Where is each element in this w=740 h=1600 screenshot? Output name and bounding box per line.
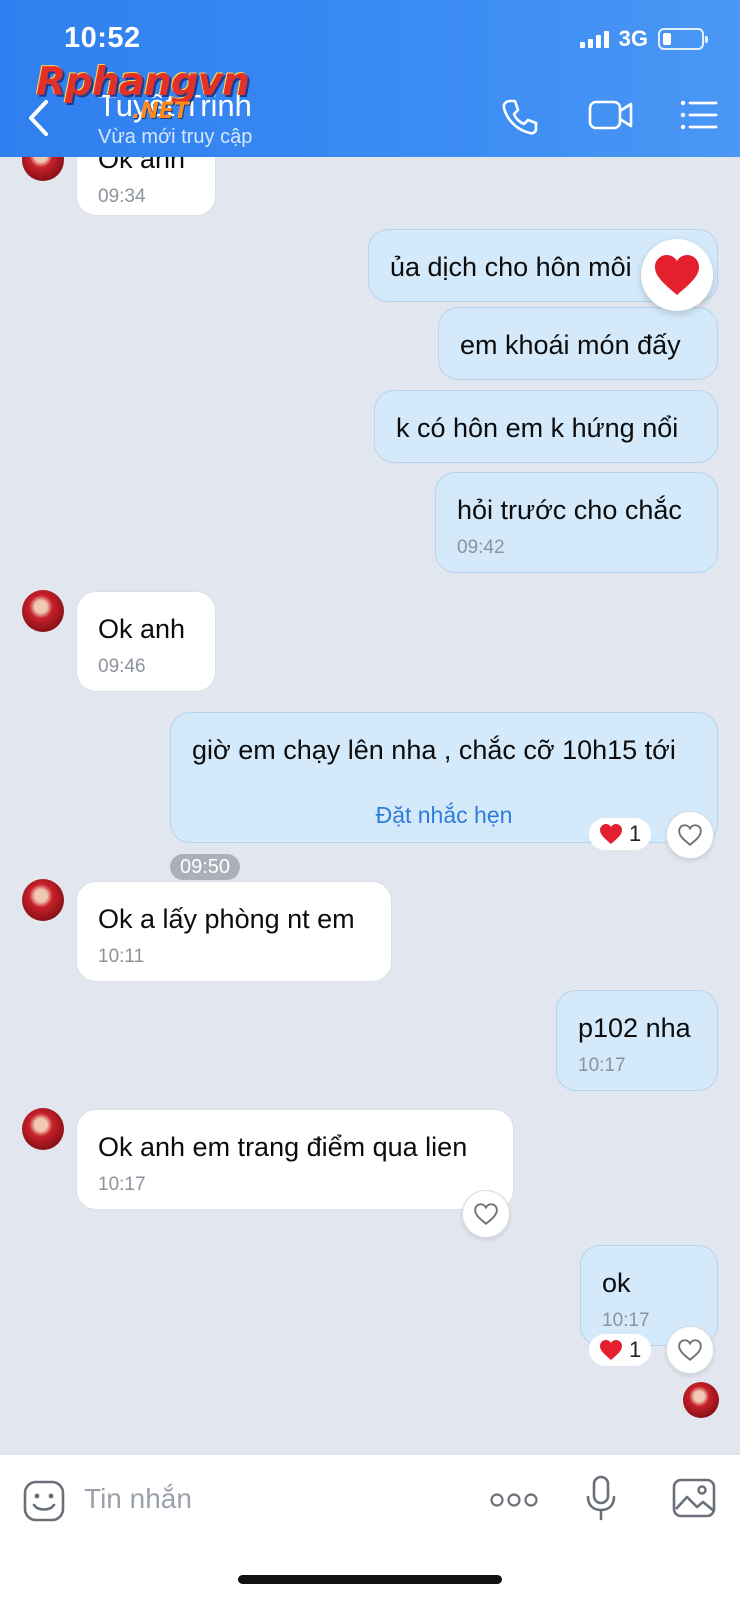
heart-icon xyxy=(600,1340,622,1360)
message-time-chip: 09:50 xyxy=(170,854,241,880)
message-outgoing[interactable]: hỏi trước cho chắc 09:42 xyxy=(435,472,718,573)
message-time: 09:34 xyxy=(98,186,146,207)
message-text: em khoái món đấy xyxy=(460,330,681,360)
image-gallery-icon[interactable] xyxy=(672,1477,716,1519)
message-outgoing[interactable]: k có hôn em k hứng nổi xyxy=(374,390,718,463)
menu-icon[interactable] xyxy=(680,97,718,133)
message-text: hỏi trước cho chắc xyxy=(457,495,682,525)
message-time: 10:17 xyxy=(98,1174,146,1195)
message-incoming[interactable]: Ok anh em trang điểm qua lien 10:17 xyxy=(76,1109,514,1210)
reaction-count-badge[interactable]: 1 xyxy=(589,1334,652,1366)
message-time: 09:42 xyxy=(457,537,505,558)
sticker-icon[interactable] xyxy=(22,1479,66,1523)
message-list[interactable]: Ok anh 09:34 ủa dịch cho hôn môi em khoá… xyxy=(0,157,740,1454)
video-icon[interactable] xyxy=(588,97,634,133)
message-time: 10:17 xyxy=(578,1055,626,1076)
status-indicators: 3G xyxy=(579,26,708,52)
watermark-logo-sub: .NET xyxy=(132,99,189,124)
message-time: 09:46 xyxy=(98,656,146,677)
seen-avatar xyxy=(683,1382,719,1418)
reaction-count-badge[interactable]: 1 xyxy=(589,818,652,850)
heart-outline-icon xyxy=(474,1203,498,1225)
home-indicator xyxy=(238,1575,502,1584)
network-type: 3G xyxy=(618,26,648,51)
react-heart-button[interactable] xyxy=(462,1190,510,1238)
contact-avatar[interactable] xyxy=(22,157,64,181)
message-text: k có hôn em k hứng nổi xyxy=(396,413,679,443)
react-heart-button[interactable] xyxy=(666,1326,714,1374)
heart-outline-icon xyxy=(678,1339,702,1361)
contact-status: Vừa mới truy cập xyxy=(98,126,253,148)
contact-avatar[interactable] xyxy=(22,1108,64,1150)
message-text: Ok a lấy phòng nt em xyxy=(98,904,355,934)
react-heart-button[interactable] xyxy=(666,811,714,859)
message-incoming[interactable]: Ok anh 09:46 xyxy=(76,591,216,692)
message-outgoing[interactable]: em khoái món đấy xyxy=(438,307,718,380)
phone-icon[interactable] xyxy=(500,97,540,137)
heart-icon xyxy=(600,824,622,844)
battery-icon xyxy=(658,28,708,50)
reaction-count: 1 xyxy=(629,821,642,846)
heart-reaction-icon[interactable] xyxy=(641,239,713,311)
heart-outline-icon xyxy=(678,824,702,846)
message-text: ok xyxy=(602,1268,631,1298)
contact-avatar[interactable] xyxy=(22,879,64,921)
reaction-count: 1 xyxy=(629,1337,642,1362)
message-time: 10:11 xyxy=(98,946,145,967)
message-text: giờ em chạy lên nha , chắc cỡ 10h15 tới xyxy=(192,735,676,765)
message-outgoing[interactable]: p102 nha 10:17 xyxy=(556,990,718,1091)
contact-avatar[interactable] xyxy=(22,590,64,632)
message-incoming[interactable]: Ok a lấy phòng nt em 10:11 xyxy=(76,881,392,982)
more-options-icon[interactable] xyxy=(490,1492,538,1508)
message-text: p102 nha xyxy=(578,1013,691,1043)
message-input[interactable]: Tin nhắn xyxy=(84,1483,192,1515)
message-text: Ok anh em trang điểm qua lien xyxy=(98,1132,468,1162)
message-text: Ok anh xyxy=(98,614,186,644)
signal-icon xyxy=(579,30,609,48)
message-incoming[interactable]: Ok anh 09:34 xyxy=(76,157,216,216)
microphone-icon[interactable] xyxy=(584,1475,618,1523)
status-time: 10:52 xyxy=(64,22,141,54)
message-text: Ok anh xyxy=(98,157,186,174)
